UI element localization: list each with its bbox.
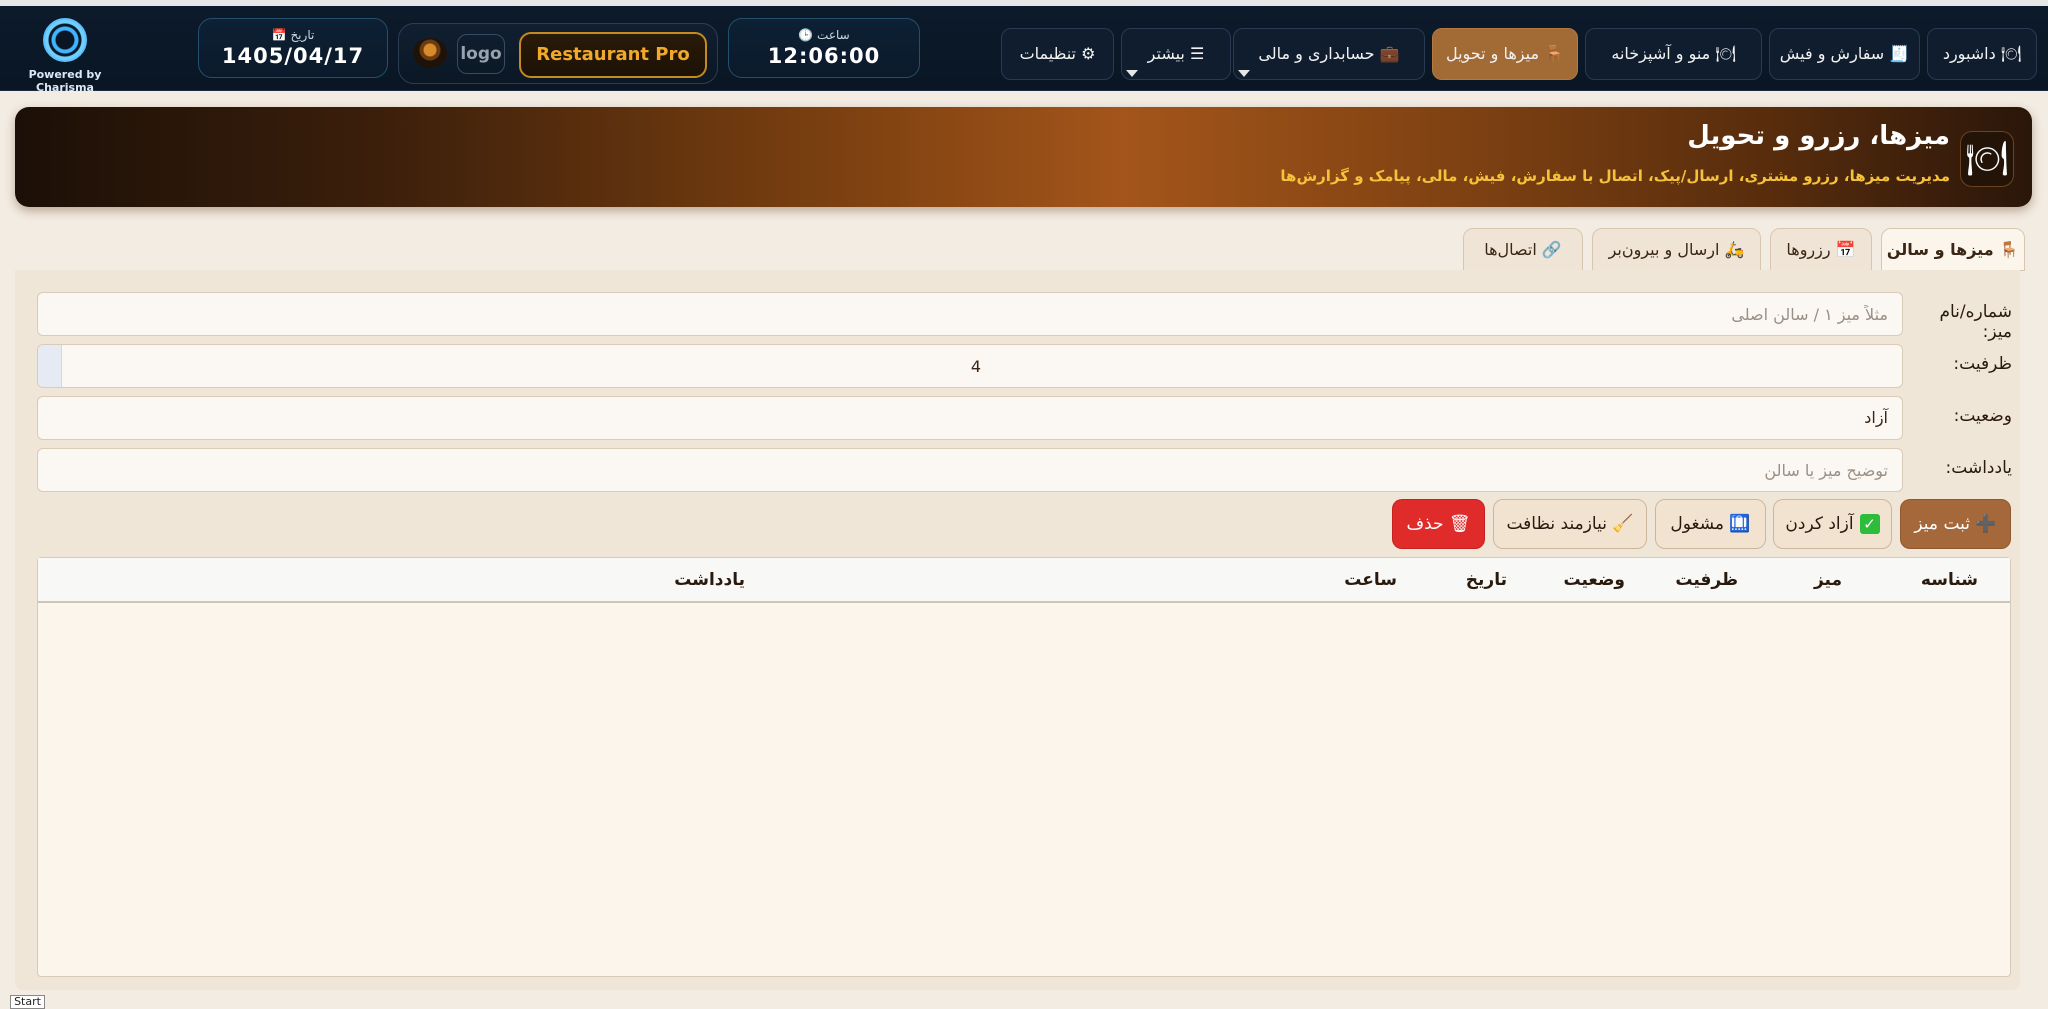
nav-accounting-label: 💼 حسابداری و مالی [1258,44,1400,63]
powered-by-text: Powered by Charisma [28,68,102,94]
nav-more-label: ☰ بیشتر [1147,44,1205,63]
plate-icon: 🍽 [1960,131,2014,187]
set-free-button[interactable]: ✓آزاد کردن [1773,499,1892,549]
note-label: یادداشت: [1945,458,2012,478]
chevron-down-icon [1238,70,1250,77]
note-input[interactable] [37,448,1903,492]
date-chip: 📅 تاریخ 1405/04/17 [198,18,388,78]
set-free-label: آزاد کردن [1785,514,1854,534]
table-name-input[interactable] [37,292,1903,336]
table-name-label: شماره/نام میز: [1939,302,2012,342]
col-note[interactable]: یادداشت [674,570,745,590]
charisma-logo-icon [43,18,87,62]
nav-menu-kitchen-button[interactable]: 🍽 منو و آشپزخانه [1585,28,1762,80]
capacity-row: ظرفیت: [37,344,2012,388]
tab-delivery-takeout[interactable]: 🛵 ارسال و بیرون‌بر [1592,228,1761,271]
clock-label: 🕒 ساعت [798,28,850,42]
set-busy-button[interactable]: 🛄 مشغول [1655,499,1766,549]
note-row: یادداشت: [37,448,2012,492]
top-navbar: Powered by Charisma 📅 تاریخ 1405/04/17 l… [0,6,2048,94]
logo-area: logo Restaurant Pro [398,23,718,84]
nav-dashboard-button[interactable]: 🍽 داشبورد [1927,28,2037,80]
logo-placeholder: logo [457,34,505,74]
capacity-label: ظرفیت: [1953,354,2012,374]
save-table-button[interactable]: ➕ ثبت میز [1900,499,2011,549]
tab-connections[interactable]: 🔗 اتصال‌ها [1463,228,1583,271]
status-label: وضعیت: [1953,406,2012,426]
tabs-bar: 🪑 میزها و سالن 📅 رزروها 🛵 ارسال و بیرون‌… [15,222,2032,272]
nav-tables-button[interactable]: 🪑 میزها و تحویل [1432,28,1578,80]
nav-accounting-button[interactable]: 💼 حسابداری و مالی [1233,28,1425,80]
page-header-banner: 🍽 میزها، رزرو و تحویل مدیریت میزها، رزرو… [15,107,2032,207]
col-capacity[interactable]: ظرفیت [1675,570,1738,590]
brand[interactable]: Powered by Charisma [10,18,120,94]
delete-button[interactable]: 🗑 حذف [1392,499,1485,549]
restaurant-emblem-icon [413,38,447,68]
product-name-badge: Restaurant Pro [519,32,707,78]
chevron-down-icon [1126,70,1138,77]
date-label: 📅 تاریخ [271,28,315,42]
col-table[interactable]: میز [1814,570,1842,590]
col-status[interactable]: وضعیت [1563,570,1625,590]
clock-value: 12:06:00 [767,44,881,68]
table-name-row: شماره/نام میز: [37,292,2012,342]
nav-settings-button[interactable]: ⚙ تنظیمات [1001,28,1114,80]
checkmark-icon: ✓ [1859,514,1880,534]
tab-tables-hall[interactable]: 🪑 میزها و سالن [1881,228,2025,271]
action-buttons: ➕ ثبت میز ✓آزاد کردن 🛄 مشغول 🧹 نیازمند ن… [1392,499,2011,549]
status-row: آزاد وضعیت: [37,396,2012,440]
page-title: میزها، رزرو و تحویل [1687,121,1950,151]
status-select[interactable]: آزاد [37,396,1903,440]
clock-chip: 🕒 ساعت 12:06:00 [728,18,920,78]
page-subtitle: مدیریت میزها، رزرو مشتری، ارسال/پیک، اتص… [1280,167,1950,185]
table-header: شناسه میز ظرفیت وضعیت تاریخ ساعت یادداشت [38,558,2010,603]
nav-more-button[interactable]: ☰ بیشتر [1121,28,1231,80]
tables-list: شناسه میز ظرفیت وضعیت تاریخ ساعت یادداشت [37,557,2011,977]
date-value: 1405/04/17 [221,44,365,68]
nav-orders-button[interactable]: 🧾 سفارش و فیش [1769,28,1920,80]
col-time[interactable]: ساعت [1344,570,1397,590]
capacity-stepper[interactable] [38,345,62,387]
tab-reservations[interactable]: 📅 رزروها [1770,228,1872,271]
capacity-input[interactable] [37,344,1903,388]
col-id[interactable]: شناسه [1921,570,1978,590]
needs-cleaning-button[interactable]: 🧹 نیازمند نظافت [1493,499,1647,549]
col-date[interactable]: تاریخ [1466,570,1507,590]
